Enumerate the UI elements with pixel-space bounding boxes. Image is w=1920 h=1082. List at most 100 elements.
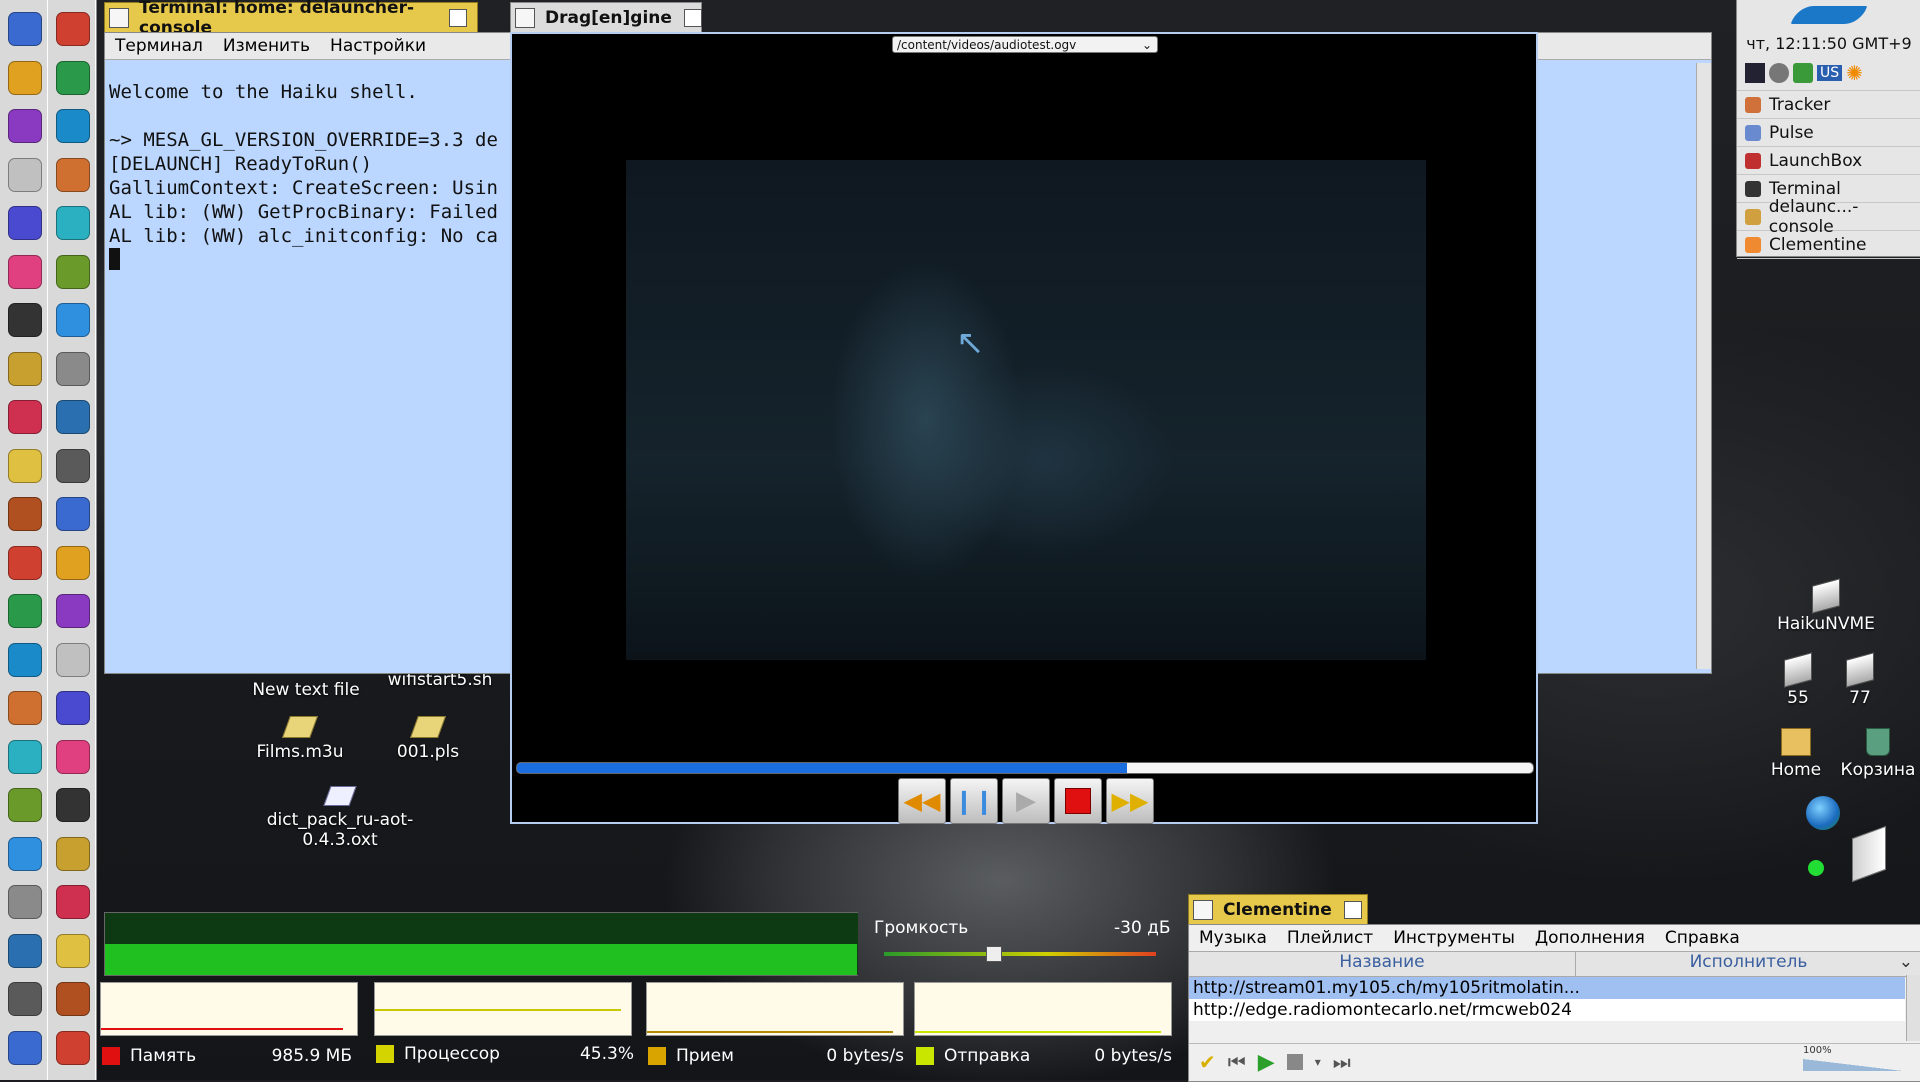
close-box-icon[interactable] bbox=[1193, 899, 1213, 920]
dock-launcher-icon[interactable] bbox=[56, 1030, 90, 1065]
clementine-menu-item[interactable]: Дополнения bbox=[1525, 928, 1655, 948]
keyboard-layout-indicator[interactable]: US bbox=[1817, 65, 1843, 81]
desktop-icon-haikunvme[interactable]: HaikuNVME bbox=[1766, 578, 1886, 634]
cpu-meter-icon[interactable] bbox=[1745, 63, 1765, 83]
clear-playlist-icon[interactable]: ✔ bbox=[1199, 1050, 1216, 1074]
dock-launcher-icon[interactable] bbox=[56, 448, 90, 483]
dock-launcher-icon[interactable] bbox=[8, 885, 42, 919]
sun-icon[interactable]: ✺ bbox=[1846, 61, 1863, 85]
play-button[interactable]: ▶ bbox=[1002, 778, 1050, 824]
dock-launcher-icon[interactable] bbox=[8, 351, 42, 386]
dock-launcher-icon[interactable] bbox=[8, 109, 42, 143]
playlist-row[interactable]: http://stream01.my105.ch/my105ritmolatin… bbox=[1189, 977, 1905, 999]
dock-launcher-icon[interactable] bbox=[56, 60, 90, 95]
dock-launcher-icon[interactable] bbox=[56, 788, 90, 822]
dock-launcher-icon[interactable] bbox=[8, 60, 42, 95]
dock-launcher-icon[interactable] bbox=[8, 594, 42, 628]
dock-launcher-icon[interactable] bbox=[56, 836, 90, 871]
dock-launcher-icon[interactable] bbox=[8, 933, 42, 968]
terminal-menu-item[interactable]: Настройки bbox=[320, 36, 436, 56]
close-box-icon[interactable] bbox=[515, 7, 535, 28]
play-icon[interactable]: ▶ bbox=[1258, 1050, 1275, 1075]
terminal-title-tab[interactable]: Terminal: home: delauncher-console bbox=[104, 0, 478, 38]
terminal-scrollbar[interactable] bbox=[1696, 63, 1711, 669]
clementine-title-tab[interactable]: Clementine bbox=[1188, 894, 1368, 924]
playback-progress-bar[interactable] bbox=[516, 762, 1534, 774]
close-box-icon[interactable] bbox=[109, 7, 129, 28]
dock-launcher-icon[interactable] bbox=[56, 157, 90, 192]
desktop-icon-pls[interactable]: 001.pls bbox=[368, 716, 488, 762]
rewind-button[interactable]: ◀◀ bbox=[898, 778, 946, 824]
dock-launcher-icon[interactable] bbox=[8, 739, 42, 774]
dock-launcher-icon[interactable] bbox=[8, 497, 42, 531]
deskbar-clock[interactable]: чт, 12:11:50 GMT+9 bbox=[1737, 30, 1920, 56]
deskbar-app-item[interactable]: delaunc...-console bbox=[1737, 197, 1920, 237]
dock-launcher-icon[interactable] bbox=[8, 545, 42, 580]
dock-launcher-icon[interactable] bbox=[8, 642, 42, 677]
dock-launcher-icon[interactable] bbox=[56, 109, 90, 143]
dock-launcher-icon[interactable] bbox=[56, 739, 90, 774]
shield-icon[interactable] bbox=[1769, 63, 1789, 83]
terminal-menu-item[interactable]: Изменить bbox=[213, 36, 320, 56]
dock-launcher-icon[interactable] bbox=[56, 351, 90, 386]
deskbar-app-item[interactable]: Tracker bbox=[1737, 91, 1920, 119]
playlist-scrollbar[interactable] bbox=[1906, 975, 1920, 1041]
dock-launcher-icon[interactable] bbox=[8, 12, 42, 46]
dock-launcher-icon[interactable] bbox=[56, 545, 90, 580]
desktop-icon-dict[interactable]: dict_pack_ru-aot-0.4.3.oxt bbox=[230, 786, 450, 850]
dock-launcher-icon[interactable] bbox=[8, 982, 42, 1016]
column-header-artist[interactable]: Исполнитель ⌄ bbox=[1576, 952, 1920, 976]
dock-launcher-icon[interactable] bbox=[8, 691, 42, 725]
network-icon[interactable] bbox=[1793, 63, 1813, 83]
clementine-menu-item[interactable]: Плейлист bbox=[1277, 928, 1383, 948]
dock-launcher-icon[interactable] bbox=[56, 497, 90, 531]
desktop-icon-disk-55[interactable]: 55 bbox=[1768, 652, 1828, 708]
zoom-box-icon[interactable] bbox=[1343, 900, 1362, 919]
volume-slider-knob[interactable] bbox=[985, 946, 1002, 962]
player-title-tab[interactable]: Drag[en]gine bbox=[510, 2, 702, 32]
clementine-menu-item[interactable]: Музыка bbox=[1189, 928, 1277, 948]
dock-launcher-icon[interactable] bbox=[56, 691, 90, 725]
chevron-down-icon[interactable]: ▾ bbox=[1315, 1055, 1321, 1069]
deskbar-logo[interactable] bbox=[1737, 0, 1920, 30]
stop-icon[interactable] bbox=[1286, 1054, 1303, 1070]
dock-launcher-icon[interactable] bbox=[56, 982, 90, 1016]
zoom-box-icon[interactable] bbox=[683, 8, 702, 27]
dock-launcher-icon[interactable] bbox=[8, 400, 42, 434]
fast-forward-button[interactable]: ▶▶ bbox=[1106, 778, 1154, 824]
desktop-icon-films[interactable]: Films.m3u bbox=[240, 716, 360, 762]
dock-launcher-icon[interactable] bbox=[8, 254, 42, 289]
dock-launcher-icon[interactable] bbox=[56, 594, 90, 628]
dock-launcher-icon[interactable] bbox=[56, 254, 90, 289]
dock-launcher-icon[interactable] bbox=[8, 448, 42, 483]
zoom-box-icon[interactable] bbox=[449, 8, 467, 27]
dock-launcher-icon[interactable] bbox=[56, 885, 90, 919]
playlist-row[interactable]: http://edge.radiomontecarlo.net/rmcweb02… bbox=[1189, 999, 1905, 1021]
deskbar-app-item[interactable]: LaunchBox bbox=[1737, 147, 1920, 175]
dock-launcher-icon[interactable] bbox=[56, 12, 90, 46]
clementine-menu-item[interactable]: Инструменты bbox=[1383, 928, 1525, 948]
dock-launcher-icon[interactable] bbox=[56, 933, 90, 968]
dock-launcher-icon[interactable] bbox=[8, 303, 42, 337]
volume-slider-track[interactable] bbox=[884, 946, 1156, 962]
terminal-menu-item[interactable]: Терминал bbox=[105, 36, 213, 56]
dock-launcher-icon[interactable] bbox=[8, 206, 42, 240]
previous-track-icon[interactable]: ⏮ bbox=[1228, 1050, 1246, 1074]
dock-launcher-icon[interactable] bbox=[8, 788, 42, 822]
desktop-icon-disk-77[interactable]: 77 bbox=[1830, 652, 1890, 708]
clementine-volume-slider[interactable]: 100% bbox=[1803, 1045, 1903, 1073]
dock-launcher-icon[interactable] bbox=[8, 157, 42, 192]
desktop-icon-home[interactable]: Home bbox=[1766, 728, 1826, 780]
desktop-icon-new-text-file[interactable]: New text file bbox=[246, 680, 366, 700]
deskbar-app-item[interactable]: Pulse bbox=[1737, 119, 1920, 147]
video-file-select[interactable]: /content/videos/audiotest.ogv ⌄ bbox=[892, 36, 1158, 53]
dock-launcher-icon[interactable] bbox=[8, 1030, 42, 1065]
dock-launcher-icon[interactable] bbox=[56, 642, 90, 677]
clementine-menu-item[interactable]: Справка bbox=[1655, 928, 1750, 948]
next-track-icon[interactable]: ⏭ bbox=[1333, 1050, 1351, 1074]
column-header-title[interactable]: Название bbox=[1189, 952, 1576, 976]
dock-launcher-icon[interactable] bbox=[56, 303, 90, 337]
dock-launcher-icon[interactable] bbox=[56, 400, 90, 434]
pause-button[interactable]: ❙❙ bbox=[950, 778, 998, 824]
stop-button[interactable] bbox=[1054, 778, 1102, 824]
